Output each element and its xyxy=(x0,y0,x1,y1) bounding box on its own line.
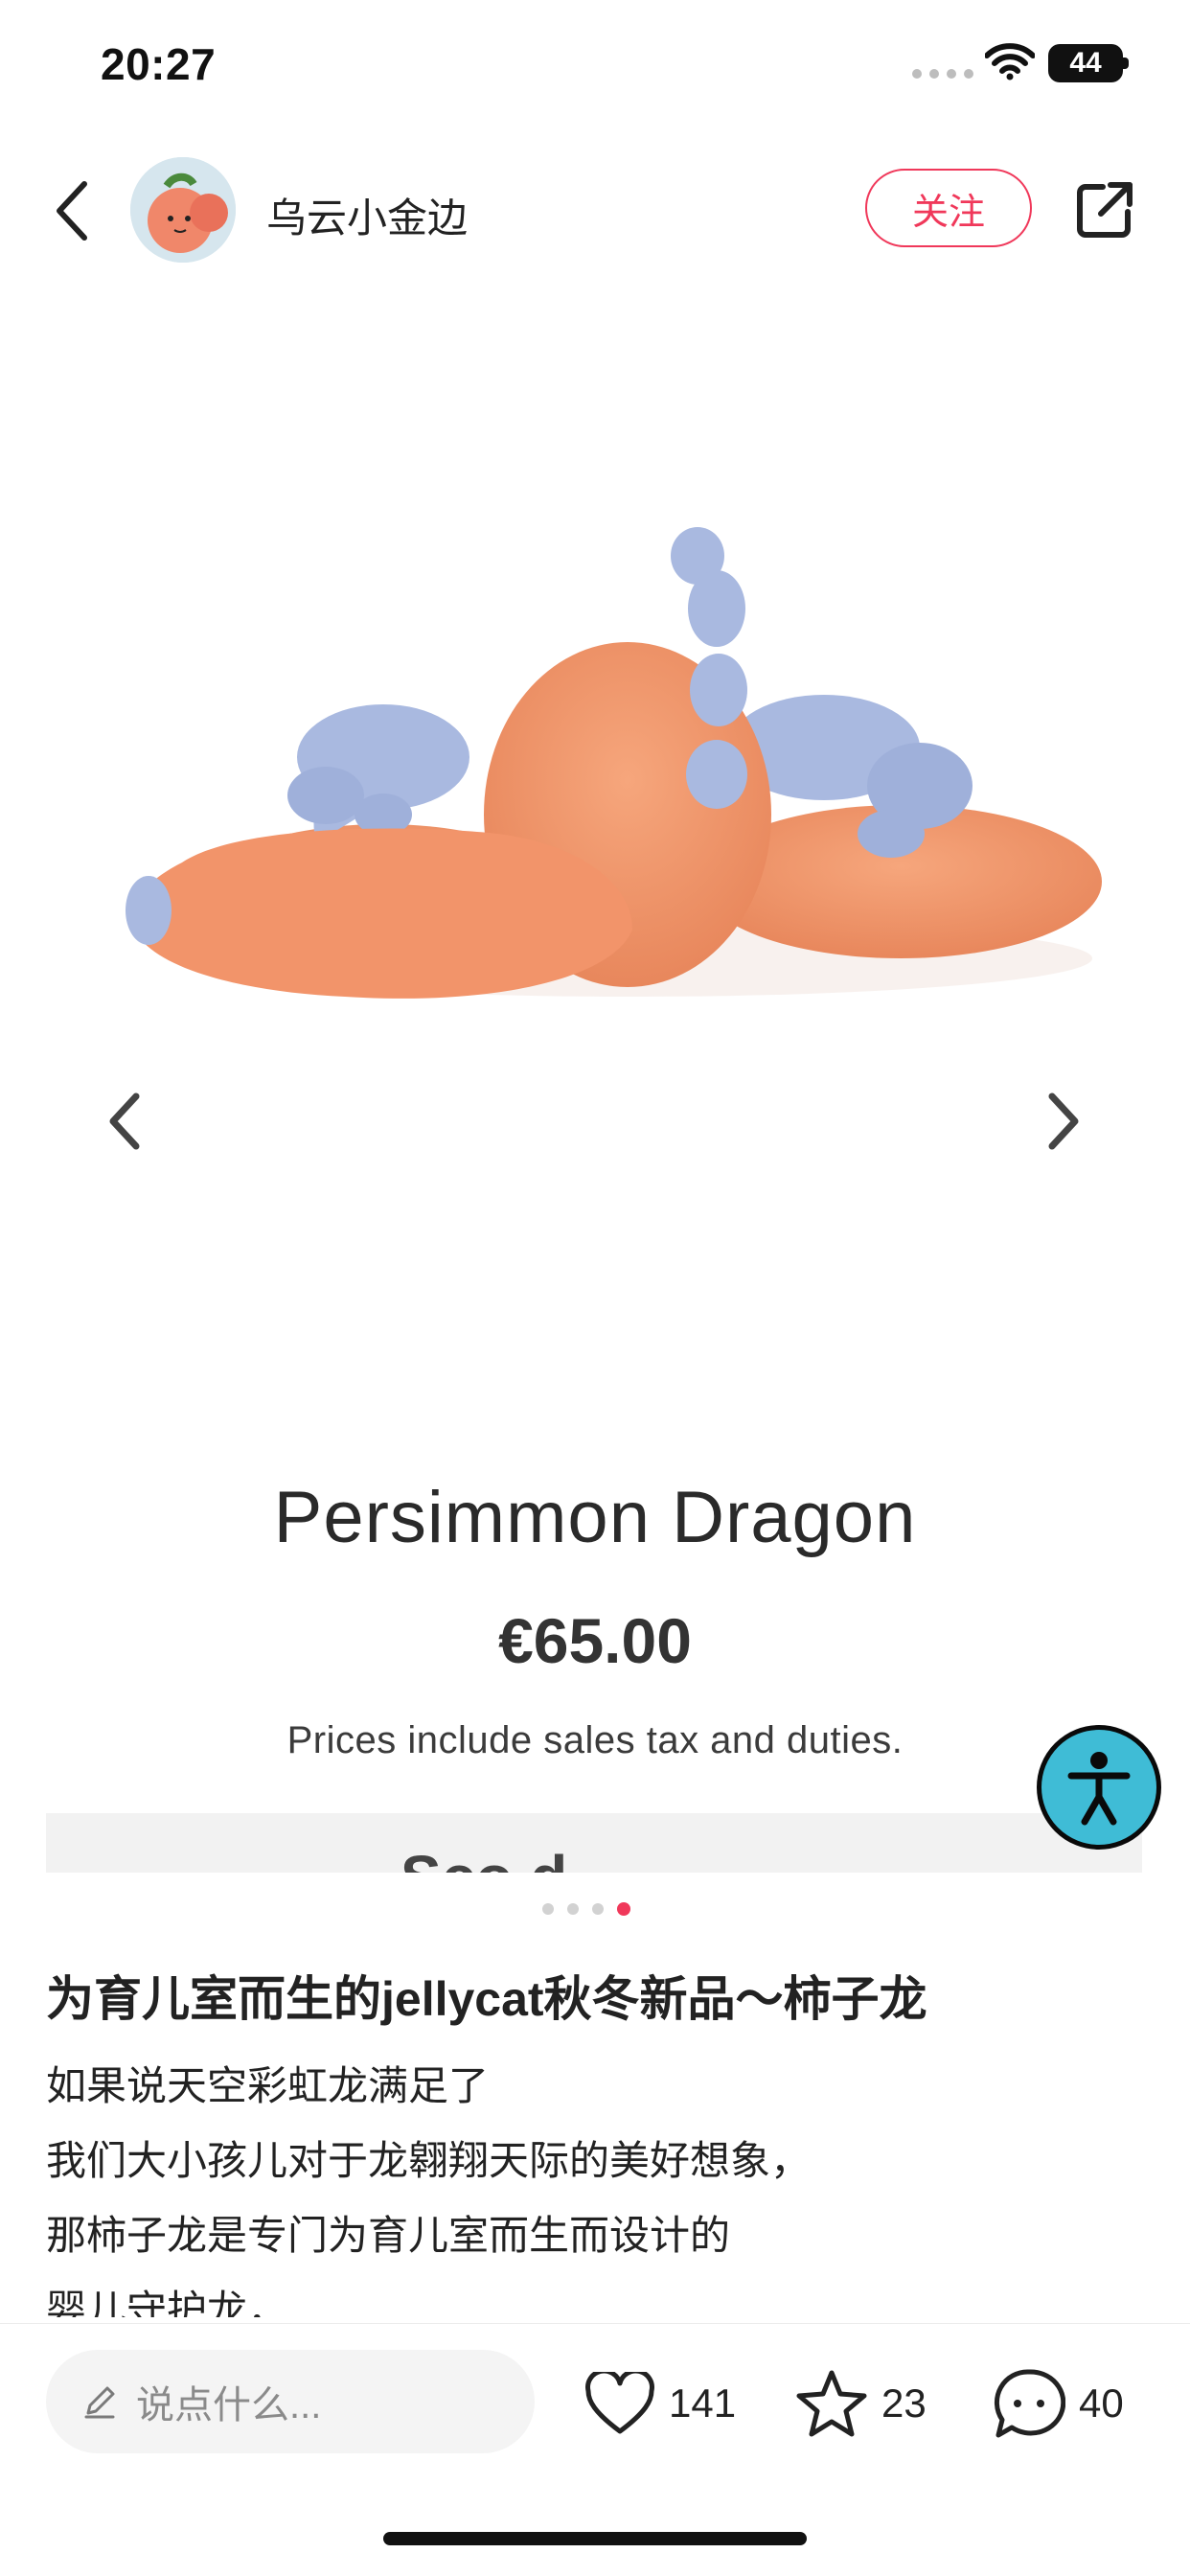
divider xyxy=(0,2323,1190,2324)
tax-note: Prices include sales tax and duties. xyxy=(286,1719,904,1761)
comment-button[interactable]: 40 xyxy=(993,2365,1124,2442)
cut-off-strip-text: Sco d xyxy=(400,1842,567,1873)
cut-off-button-strip: Sco d xyxy=(46,1813,1142,1873)
chevron-left-icon xyxy=(57,181,87,241)
post-title: 为育儿室而生的jellycat秋冬新品～柿子龙 xyxy=(46,1972,927,2026)
avatar[interactable] xyxy=(130,157,236,263)
follow-button[interactable]: 关注 xyxy=(865,169,1032,247)
battery-cap xyxy=(1123,58,1129,69)
star-button[interactable]: 23 xyxy=(795,2365,927,2442)
chevron-right-icon xyxy=(1048,1092,1079,1150)
post-body-line: 婴儿守护龙， xyxy=(46,2288,288,2317)
carousel-prev-button[interactable] xyxy=(91,1083,158,1160)
status-time: 20:27 xyxy=(101,39,217,89)
like-count: 141 xyxy=(669,2380,737,2426)
chevron-left-icon xyxy=(109,1092,140,1150)
share-button[interactable] xyxy=(1067,172,1142,247)
wifi-icon xyxy=(984,42,1036,85)
accessibility-icon xyxy=(1067,1752,1131,1826)
share-icon xyxy=(1077,182,1133,238)
star-count: 23 xyxy=(881,2380,927,2426)
home-indicator[interactable] xyxy=(383,2532,807,2545)
post-body-line: 我们大小孩儿对于龙翱翔天际的美好想象， xyxy=(46,2138,812,2183)
post-body-line: 那柿子龙是专门为育儿室而生而设计的 xyxy=(46,2213,731,2258)
post-body-line: 如果说天空彩虹龙满足了 xyxy=(46,2063,490,2108)
product-image[interactable] xyxy=(96,518,1111,1092)
battery-level: 44 xyxy=(1069,47,1102,79)
cellular-signal-icon xyxy=(912,69,973,79)
page-dot xyxy=(592,1903,604,1915)
product-name: Persimmon Dragon xyxy=(273,1477,917,1558)
post-body[interactable]: 如果说天空彩虹龙满足了 我们大小孩儿对于龙翱翔天际的美好想象， 那柿子龙是专门为… xyxy=(46,2049,1148,2317)
comment-placeholder: 说点什么... xyxy=(136,2384,322,2426)
page-dot-active xyxy=(617,1902,630,1916)
pencil-icon xyxy=(84,2386,115,2419)
carousel-page-indicator xyxy=(542,1902,630,1916)
carousel-next-button[interactable] xyxy=(1030,1083,1097,1160)
comment-count: 40 xyxy=(1079,2380,1124,2426)
page-dot xyxy=(567,1903,579,1915)
comment-bubble-icon xyxy=(994,2369,1065,2438)
product-price: €65.00 xyxy=(498,1605,692,1676)
comment-input[interactable]: 说点什么... xyxy=(46,2350,535,2453)
star-icon xyxy=(796,2370,867,2437)
like-button[interactable]: 141 xyxy=(584,2365,736,2442)
battery-icon: 44 xyxy=(1048,44,1123,82)
accessibility-button[interactable] xyxy=(1037,1725,1161,1850)
back-button[interactable] xyxy=(38,172,107,249)
page-dot xyxy=(542,1903,554,1915)
heart-icon xyxy=(585,2372,654,2434)
username[interactable]: 乌云小金边 xyxy=(266,186,468,244)
